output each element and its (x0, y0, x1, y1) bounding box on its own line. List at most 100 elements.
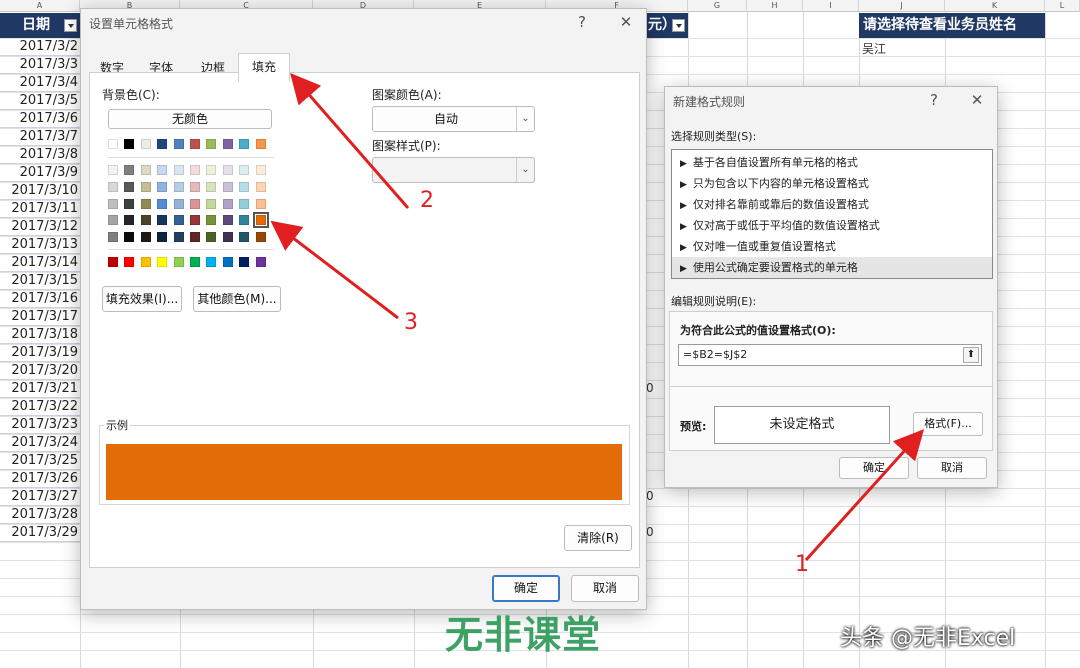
color-swatch[interactable] (239, 215, 250, 226)
cancel-button[interactable]: 取消 (917, 457, 987, 479)
date-cell[interactable]: 2017/3/25 (0, 452, 80, 470)
color-swatch[interactable] (157, 198, 168, 209)
date-cell[interactable]: 2017/3/22 (0, 398, 80, 416)
date-cell[interactable]: 2017/3/11 (0, 200, 80, 218)
more-colors-button[interactable]: 其他颜色(M)... (193, 286, 281, 312)
color-swatch[interactable] (222, 198, 233, 209)
color-swatch[interactable] (206, 165, 217, 175)
close-icon[interactable]: ✕ (968, 91, 986, 109)
color-swatch[interactable] (222, 165, 233, 175)
color-swatch[interactable] (255, 257, 266, 267)
color-swatch[interactable] (173, 139, 184, 149)
color-swatch[interactable] (108, 165, 118, 175)
date-cell[interactable]: 2017/3/13 (0, 236, 80, 254)
date-cell[interactable]: 2017/3/27 (0, 488, 80, 506)
color-swatch[interactable] (255, 165, 266, 175)
color-swatch[interactable] (140, 257, 151, 267)
date-cell[interactable]: 2017/3/17 (0, 308, 80, 326)
color-swatch[interactable] (239, 139, 250, 149)
color-swatch[interactable] (255, 232, 266, 243)
color-swatch[interactable] (157, 215, 168, 226)
date-cell[interactable]: 2017/3/26 (0, 470, 80, 488)
rule-type-item[interactable]: ▶ 只为包含以下内容的单元格设置格式 (672, 173, 992, 194)
formula-input[interactable]: =$B2=$J$2 ⬆ (678, 344, 982, 366)
rule-type-item[interactable]: ▶ 仅对排名靠前或靠后的数值设置格式 (672, 194, 992, 215)
rule-type-item[interactable]: ▶ 仅对唯一值或重复值设置格式 (672, 236, 992, 257)
color-swatch[interactable] (190, 165, 200, 175)
date-cell[interactable]: 2017/3/7 (0, 128, 80, 146)
color-swatch[interactable] (140, 232, 151, 243)
date-cell[interactable]: 2017/3/9 (0, 164, 80, 182)
color-swatch[interactable] (173, 165, 184, 175)
color-swatch[interactable] (108, 139, 118, 149)
color-swatch[interactable] (255, 198, 266, 209)
color-swatch[interactable] (124, 257, 135, 267)
date-cell[interactable]: 2017/3/21 (0, 380, 80, 398)
date-cell[interactable]: 2017/3/23 (0, 416, 80, 434)
date-cell[interactable]: 2017/3/19 (0, 344, 80, 362)
color-swatch[interactable] (190, 139, 200, 149)
color-swatch[interactable] (108, 198, 118, 209)
date-cell[interactable]: 2017/3/16 (0, 290, 80, 308)
color-swatch[interactable] (222, 181, 233, 192)
color-swatch[interactable] (173, 232, 184, 243)
column-header-k[interactable]: K (945, 0, 1045, 12)
date-cell[interactable]: 2017/3/4 (0, 74, 80, 92)
clear-button[interactable]: 清除(R) (564, 525, 632, 551)
rule-type-item[interactable]: ▶ 使用公式确定要设置格式的单元格 (672, 257, 992, 278)
ok-button[interactable]: 确定 (492, 575, 560, 602)
date-cell[interactable]: 2017/3/20 (0, 362, 80, 380)
color-swatch[interactable] (255, 139, 266, 149)
date-filter-button[interactable] (64, 19, 77, 32)
column-header-g[interactable]: G (688, 0, 747, 12)
amount-filter-button[interactable] (672, 19, 685, 32)
color-swatch[interactable] (222, 215, 233, 226)
date-cell[interactable]: 2017/3/28 (0, 506, 80, 524)
color-swatch[interactable] (140, 139, 151, 149)
color-swatch[interactable] (222, 257, 233, 267)
color-swatch[interactable] (206, 257, 217, 267)
column-header-h[interactable]: H (747, 0, 803, 12)
date-cell[interactable]: 2017/3/24 (0, 434, 80, 452)
date-cell[interactable]: 2017/3/2 (0, 38, 80, 56)
color-swatch[interactable] (108, 215, 118, 226)
help-icon[interactable]: ? (573, 13, 591, 31)
date-cell[interactable]: 2017/3/15 (0, 272, 80, 290)
color-swatch[interactable] (124, 232, 135, 243)
ok-button[interactable]: 确定 (839, 457, 909, 479)
color-swatch[interactable] (173, 215, 184, 226)
rule-type-item[interactable]: ▶ 仅对高于或低于平均值的数值设置格式 (672, 215, 992, 236)
date-cell[interactable]: 2017/3/29 (0, 524, 80, 542)
no-color-button[interactable]: 无颜色 (108, 109, 272, 129)
color-swatch[interactable] (173, 198, 184, 209)
color-swatch[interactable] (206, 181, 217, 192)
column-header-j[interactable]: J (859, 0, 945, 12)
color-swatch[interactable] (239, 257, 250, 267)
color-swatch[interactable] (190, 198, 200, 209)
color-swatch[interactable] (124, 139, 135, 149)
column-header-i[interactable]: I (803, 0, 859, 12)
color-swatch[interactable] (222, 232, 233, 243)
date-cell[interactable]: 2017/3/18 (0, 326, 80, 344)
color-swatch[interactable] (124, 198, 135, 209)
color-swatch[interactable] (157, 139, 168, 149)
date-cell[interactable]: 2017/3/14 (0, 254, 80, 272)
date-cell[interactable]: 2017/3/12 (0, 218, 80, 236)
tab-fill[interactable]: 填充 (238, 53, 290, 82)
color-swatch[interactable] (108, 181, 118, 192)
help-icon[interactable]: ? (925, 91, 943, 109)
color-swatch[interactable] (173, 181, 184, 192)
pattern-color-dropdown[interactable]: 自动 ⌄ (372, 106, 535, 132)
color-swatch[interactable] (173, 257, 184, 267)
collapse-dialog-icon[interactable]: ⬆ (963, 347, 979, 363)
cancel-button[interactable]: 取消 (571, 575, 639, 602)
color-swatch[interactable] (140, 215, 151, 226)
rule-type-item[interactable]: ▶ 基于各自值设置所有单元格的格式 (672, 152, 992, 173)
color-swatch[interactable] (140, 165, 151, 175)
color-swatch[interactable] (239, 198, 250, 209)
color-swatch[interactable] (239, 232, 250, 243)
color-swatch[interactable] (190, 257, 200, 267)
color-swatch[interactable] (157, 181, 168, 192)
color-swatch[interactable] (124, 165, 135, 175)
color-swatch[interactable] (206, 139, 217, 149)
